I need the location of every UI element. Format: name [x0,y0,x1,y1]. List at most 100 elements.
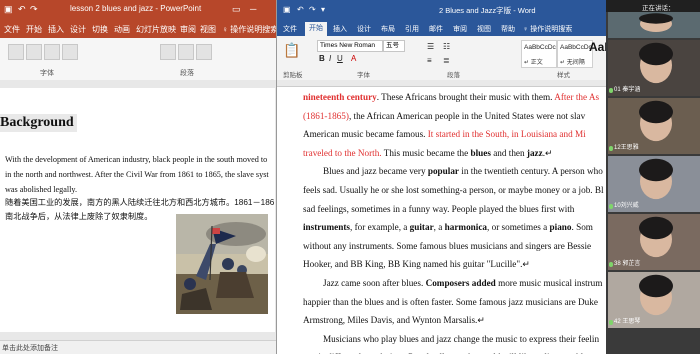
font-italic-button[interactable] [26,44,42,60]
ribbon-display-icon[interactable]: ▭ [232,4,241,15]
participant-name: 10刘兴威 [614,203,639,209]
font-color-button[interactable] [62,44,78,60]
tab-view[interactable]: 视图 [200,24,216,35]
tab-home[interactable]: 开始 [305,22,327,36]
text-run: popular [427,166,459,177]
font-color-button[interactable]: A [351,54,356,63]
mic-icon [609,88,613,93]
text-run: , the African American people in the Uni… [348,110,586,121]
tab-insert[interactable]: 插入 [48,24,64,35]
slide-line: was abolished legally. [5,185,77,194]
document-body[interactable]: nineteenth century. These Africans broug… [303,88,607,354]
document-line: without any instruments. Some famous blu… [303,237,607,256]
mic-icon [609,204,613,209]
document-line: Hooker, and BB King, BB King named his g… [303,255,607,274]
document-line: music differently each time. People all … [303,348,607,354]
group-paragraph-label: 段落 [447,72,460,79]
text-run: Composers added [425,277,496,288]
undo-icon[interactable]: ↶ [297,5,304,14]
word-ribbon: 📋 Times New Roman 五号 B I U A ☰ ☷ ≡ ≣ AaB… [277,36,607,81]
text-run: blues [470,147,491,158]
text-run: .↵ [542,147,553,158]
text-run: This music became the [381,147,471,158]
minimize-icon[interactable]: ─ [250,4,256,14]
save-icon[interactable]: ▣ [283,5,291,14]
style-no-spacing[interactable]: AaBbCcDc ↵ 无间隔 [557,40,593,68]
tab-design[interactable]: 设计 [357,24,371,34]
tab-design[interactable]: 设计 [70,24,86,35]
tab-review[interactable]: 审阅 [453,24,467,34]
text-run: . These Africans brought their music wit… [376,92,555,102]
tab-view[interactable]: 视图 [477,24,491,34]
document-line: (1861-1865), the African American people… [303,107,607,126]
font-bold-button[interactable] [8,44,24,60]
participant-video-tile[interactable]: 10刘兴威 [608,156,700,212]
font-name-select[interactable]: Times New Roman [317,40,383,52]
tab-review[interactable]: 审阅 [180,24,196,35]
tab-mailings[interactable]: 邮件 [429,24,443,34]
style-heading-preview[interactable]: AaBl [589,40,607,54]
text-run: feels sad. Usually he or she lost someth… [303,184,604,195]
tab-layout[interactable]: 布局 [381,24,395,34]
style-name: ↵ 无间隔 [560,60,585,66]
ruler[interactable] [277,80,607,87]
mic-icon [609,320,613,325]
slide[interactable]: Background With the development of Ameri… [0,88,275,332]
document-line: American music became famous. It started… [303,125,607,144]
align-left-button[interactable] [160,44,176,60]
group-font-label: 字体 [40,70,54,77]
tab-file[interactable]: 文件 [283,24,297,34]
tab-slideshow[interactable]: 幻灯片放映 [136,24,176,35]
font-underline-button[interactable] [44,44,60,60]
participant-name: 42 王思琴 [614,319,641,325]
slide-body-english: With the development of American industr… [5,152,278,197]
document-line: traveled to the North. This music became… [303,144,607,163]
redo-icon[interactable]: ↷ [30,4,38,15]
bullets-icon[interactable]: ☰ [427,42,434,51]
align-center-icon[interactable]: ≣ [443,56,450,65]
align-left-icon[interactable]: ≡ [427,56,432,65]
tell-me-search[interactable]: ♀ 操作说明搜索 [523,24,572,34]
undo-icon[interactable]: ↶ [18,4,26,15]
text-run: and then [490,147,527,158]
save-icon[interactable]: ▣ [4,4,13,15]
participant-name: 12王思雅 [614,145,639,151]
tab-transitions[interactable]: 切换 [92,24,108,35]
style-normal[interactable]: AaBbCcDc ↵ 正文 [521,40,557,68]
quick-access-more-icon[interactable]: ▾ [321,5,325,14]
participant-video-tile[interactable] [608,12,700,38]
ppt-notes-bar[interactable]: 单击此处添加备注 [0,340,278,354]
tab-help[interactable]: 帮助 [501,24,515,34]
tab-animations[interactable]: 动画 [114,24,130,35]
numbering-icon[interactable]: ☷ [443,42,450,51]
slide-line: With the development of American industr… [5,155,268,164]
text-run: (1861-1865) [303,110,349,121]
bold-button[interactable]: B [319,54,325,63]
participant-video-tile[interactable]: 12王思雅 [608,98,700,154]
tab-home[interactable]: 开始 [26,24,42,35]
group-styles-label: 样式 [557,72,570,79]
paste-icon[interactable]: 📋 [283,42,300,59]
redo-icon[interactable]: ↷ [309,5,316,14]
tab-file[interactable]: 文件 [4,24,20,35]
text-run: Blues and jazz became very [323,166,428,177]
underline-button[interactable]: U [337,54,343,63]
group-font-label: 字体 [357,72,370,79]
text-run: without any instruments. Some famous blu… [303,240,592,251]
italic-button[interactable]: I [329,54,331,63]
align-center-button[interactable] [178,44,194,60]
participant-video-tile[interactable]: 01 秦宇涵 [608,40,700,96]
participant-video-tile[interactable]: 42 王思琴 [608,272,700,328]
participant-video-tile[interactable]: 38 郭芷言 [608,214,700,270]
tab-references[interactable]: 引用 [405,24,419,34]
text-run: in the twentieth century. A person who [459,166,603,177]
style-name: ↵ 正文 [524,60,543,66]
text-run: , a [433,222,445,233]
font-size-select[interactable]: 五号 [383,40,405,52]
document-line: sad feelings, sometimes in a funny way. … [303,200,607,219]
align-right-button[interactable] [196,44,212,60]
ppt-menu-tabs: 文件 开始 插入 设计 切换 动画 幻灯片放映 审阅 视图 ♀ 操作说明搜索 [0,22,278,38]
tell-me-search[interactable]: ♀ 操作说明搜索 [222,24,278,35]
tab-insert[interactable]: 插入 [333,24,347,34]
document-line: Blues and jazz became very popular in th… [303,162,607,181]
